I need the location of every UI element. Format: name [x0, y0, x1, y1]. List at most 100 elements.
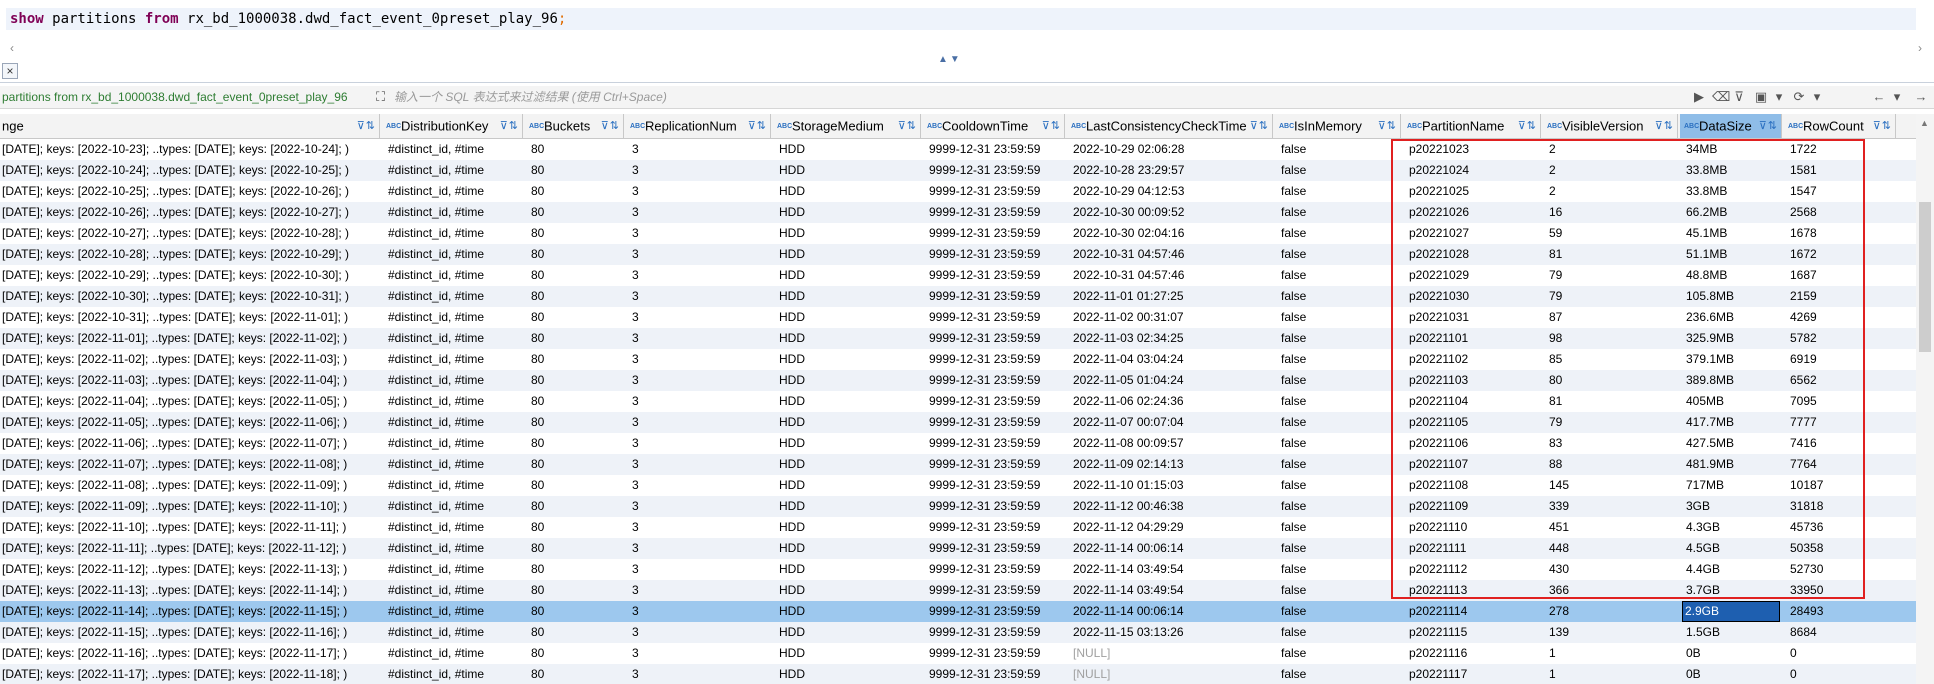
table-row[interactable]: [DATE]; keys: [2022-11-03]; ..types: [DA…	[0, 370, 1916, 391]
cell-range[interactable]: [DATE]; keys: [2022-10-26]; ..types: [DA…	[2, 202, 374, 223]
cell-pn[interactable]: p20221112	[1409, 559, 1539, 580]
cell-rep[interactable]: 3	[632, 349, 769, 370]
cell-pn[interactable]: p20221105	[1409, 412, 1539, 433]
cell-pn[interactable]: p20221115	[1409, 622, 1539, 643]
cell-range[interactable]: [DATE]; keys: [2022-10-25]; ..types: [DA…	[2, 181, 374, 202]
cell-ct[interactable]: 9999-12-31 23:59:59	[929, 328, 1063, 349]
erase-filter-icon[interactable]: ⌫	[1712, 88, 1730, 106]
cell-dk[interactable]: #distinct_id, #time	[388, 139, 521, 160]
cell-rep[interactable]: 3	[632, 496, 769, 517]
cell-vv[interactable]: 59	[1549, 223, 1676, 244]
cell-ds[interactable]: 4.3GB	[1686, 517, 1780, 538]
cell-dk[interactable]: #distinct_id, #time	[388, 622, 521, 643]
refresh-icon[interactable]: ⟳	[1790, 88, 1808, 106]
filter-sort-icon[interactable]: ⊽⇅	[1518, 114, 1537, 138]
cell-sm[interactable]: HDD	[779, 223, 919, 244]
table-row[interactable]: [DATE]; keys: [2022-11-13]; ..types: [DA…	[0, 580, 1916, 601]
cell-ct[interactable]: 9999-12-31 23:59:59	[929, 391, 1063, 412]
cell-lcct[interactable]: 2022-11-10 01:15:03	[1073, 475, 1271, 496]
scrollbar-thumb[interactable]	[1919, 202, 1931, 352]
cell-ct[interactable]: 9999-12-31 23:59:59	[929, 475, 1063, 496]
cell-rep[interactable]: 3	[632, 139, 769, 160]
cell-ds[interactable]: 4.4GB	[1686, 559, 1780, 580]
scroll-left-icon[interactable]: ‹	[10, 40, 14, 56]
cell-pn[interactable]: p20221023	[1409, 139, 1539, 160]
cell-buckets[interactable]: 80	[531, 244, 622, 265]
cell-mem[interactable]: false	[1281, 223, 1399, 244]
cell-dk[interactable]: #distinct_id, #time	[388, 391, 521, 412]
cell-pn[interactable]: p20221109	[1409, 496, 1539, 517]
cell-rc[interactable]: 5782	[1790, 328, 1894, 349]
cell-lcct[interactable]: 2022-10-29 02:06:28	[1073, 139, 1271, 160]
cell-sm[interactable]: HDD	[779, 328, 919, 349]
cell-sm[interactable]: HDD	[779, 202, 919, 223]
cell-ct[interactable]: 9999-12-31 23:59:59	[929, 286, 1063, 307]
cell-vv[interactable]: 87	[1549, 307, 1676, 328]
cell-vv[interactable]: 1	[1549, 643, 1676, 664]
cell-rep[interactable]: 3	[632, 160, 769, 181]
grid-vertical-scrollbar[interactable]: ▲	[1916, 114, 1934, 684]
cell-rep[interactable]: 3	[632, 265, 769, 286]
cell-vv[interactable]: 16	[1549, 202, 1676, 223]
table-row[interactable]: [DATE]; keys: [2022-11-17]; ..types: [DA…	[0, 664, 1916, 684]
cell-ds[interactable]: 379.1MB	[1686, 349, 1780, 370]
cell-rc[interactable]: 0	[1790, 643, 1894, 664]
cell-buckets[interactable]: 80	[531, 349, 622, 370]
cell-ds[interactable]: 66.2MB	[1686, 202, 1780, 223]
cell-sm[interactable]: HDD	[779, 307, 919, 328]
cell-range[interactable]: [DATE]; keys: [2022-10-24]; ..types: [DA…	[2, 160, 374, 181]
cell-sm[interactable]: HDD	[779, 496, 919, 517]
cell-rep[interactable]: 3	[632, 307, 769, 328]
cell-buckets[interactable]: 80	[531, 328, 622, 349]
cell-lcct[interactable]: 2022-11-04 03:04:24	[1073, 349, 1271, 370]
table-row[interactable]: [DATE]; keys: [2022-11-04]; ..types: [DA…	[0, 391, 1916, 412]
cell-mem[interactable]: false	[1281, 601, 1399, 622]
cell-lcct[interactable]: 2022-10-29 04:12:53	[1073, 181, 1271, 202]
cell-pn[interactable]: p20221101	[1409, 328, 1539, 349]
cell-buckets[interactable]: 80	[531, 517, 622, 538]
cell-dk[interactable]: #distinct_id, #time	[388, 538, 521, 559]
cell-sm[interactable]: HDD	[779, 412, 919, 433]
cell-rc[interactable]: 33950	[1790, 580, 1894, 601]
cell-range[interactable]: [DATE]; keys: [2022-11-07]; ..types: [DA…	[2, 454, 374, 475]
cell-pn[interactable]: p20221026	[1409, 202, 1539, 223]
filter-sort-icon[interactable]: ⊽⇅	[898, 114, 917, 138]
filter-sort-icon[interactable]: ⊽⇅	[500, 114, 519, 138]
cell-vv[interactable]: 2	[1549, 160, 1676, 181]
cell-ds[interactable]: 34MB	[1686, 139, 1780, 160]
cell-ct[interactable]: 9999-12-31 23:59:59	[929, 454, 1063, 475]
back-dropdown-icon[interactable]: ▾	[1888, 88, 1906, 106]
table-row[interactable]: [DATE]; keys: [2022-10-24]; ..types: [DA…	[0, 160, 1916, 181]
cell-mem[interactable]: false	[1281, 307, 1399, 328]
cell-lcct[interactable]: 2022-10-30 00:09:52	[1073, 202, 1271, 223]
table-row[interactable]: [DATE]; keys: [2022-10-28]; ..types: [DA…	[0, 244, 1916, 265]
cell-sm[interactable]: HDD	[779, 664, 919, 684]
cell-lcct[interactable]: 2022-11-06 02:24:36	[1073, 391, 1271, 412]
cell-ds[interactable]: 427.5MB	[1686, 433, 1780, 454]
cell-pn[interactable]: p20221030	[1409, 286, 1539, 307]
cell-dk[interactable]: #distinct_id, #time	[388, 328, 521, 349]
cell-sm[interactable]: HDD	[779, 538, 919, 559]
cell-lcct[interactable]: 2022-10-28 23:29:57	[1073, 160, 1271, 181]
editor-horizontal-scrollbar[interactable]: ‹ ›	[0, 40, 1934, 56]
table-row[interactable]: [DATE]; keys: [2022-11-09]; ..types: [DA…	[0, 496, 1916, 517]
cell-buckets[interactable]: 80	[531, 643, 622, 664]
cell-vv[interactable]: 79	[1549, 265, 1676, 286]
cell-ct[interactable]: 9999-12-31 23:59:59	[929, 265, 1063, 286]
filter-sort-icon[interactable]: ⊽⇅	[357, 114, 376, 138]
cell-sm[interactable]: HDD	[779, 391, 919, 412]
cell-mem[interactable]: false	[1281, 643, 1399, 664]
cell-dk[interactable]: #distinct_id, #time	[388, 160, 521, 181]
cell-rep[interactable]: 3	[632, 538, 769, 559]
cell-sm[interactable]: HDD	[779, 265, 919, 286]
cell-pn[interactable]: p20221114	[1409, 601, 1539, 622]
cell-range[interactable]: [DATE]; keys: [2022-11-08]; ..types: [DA…	[2, 475, 374, 496]
cell-rep[interactable]: 3	[632, 286, 769, 307]
cell-pn[interactable]: p20221116	[1409, 643, 1539, 664]
cell-range[interactable]: [DATE]; keys: [2022-11-10]; ..types: [DA…	[2, 517, 374, 538]
cell-lcct[interactable]: 2022-11-12 00:46:38	[1073, 496, 1271, 517]
cell-rep[interactable]: 3	[632, 601, 769, 622]
cell-rep[interactable]: 3	[632, 391, 769, 412]
table-row[interactable]: [DATE]; keys: [2022-11-05]; ..types: [DA…	[0, 412, 1916, 433]
cell-buckets[interactable]: 80	[531, 412, 622, 433]
